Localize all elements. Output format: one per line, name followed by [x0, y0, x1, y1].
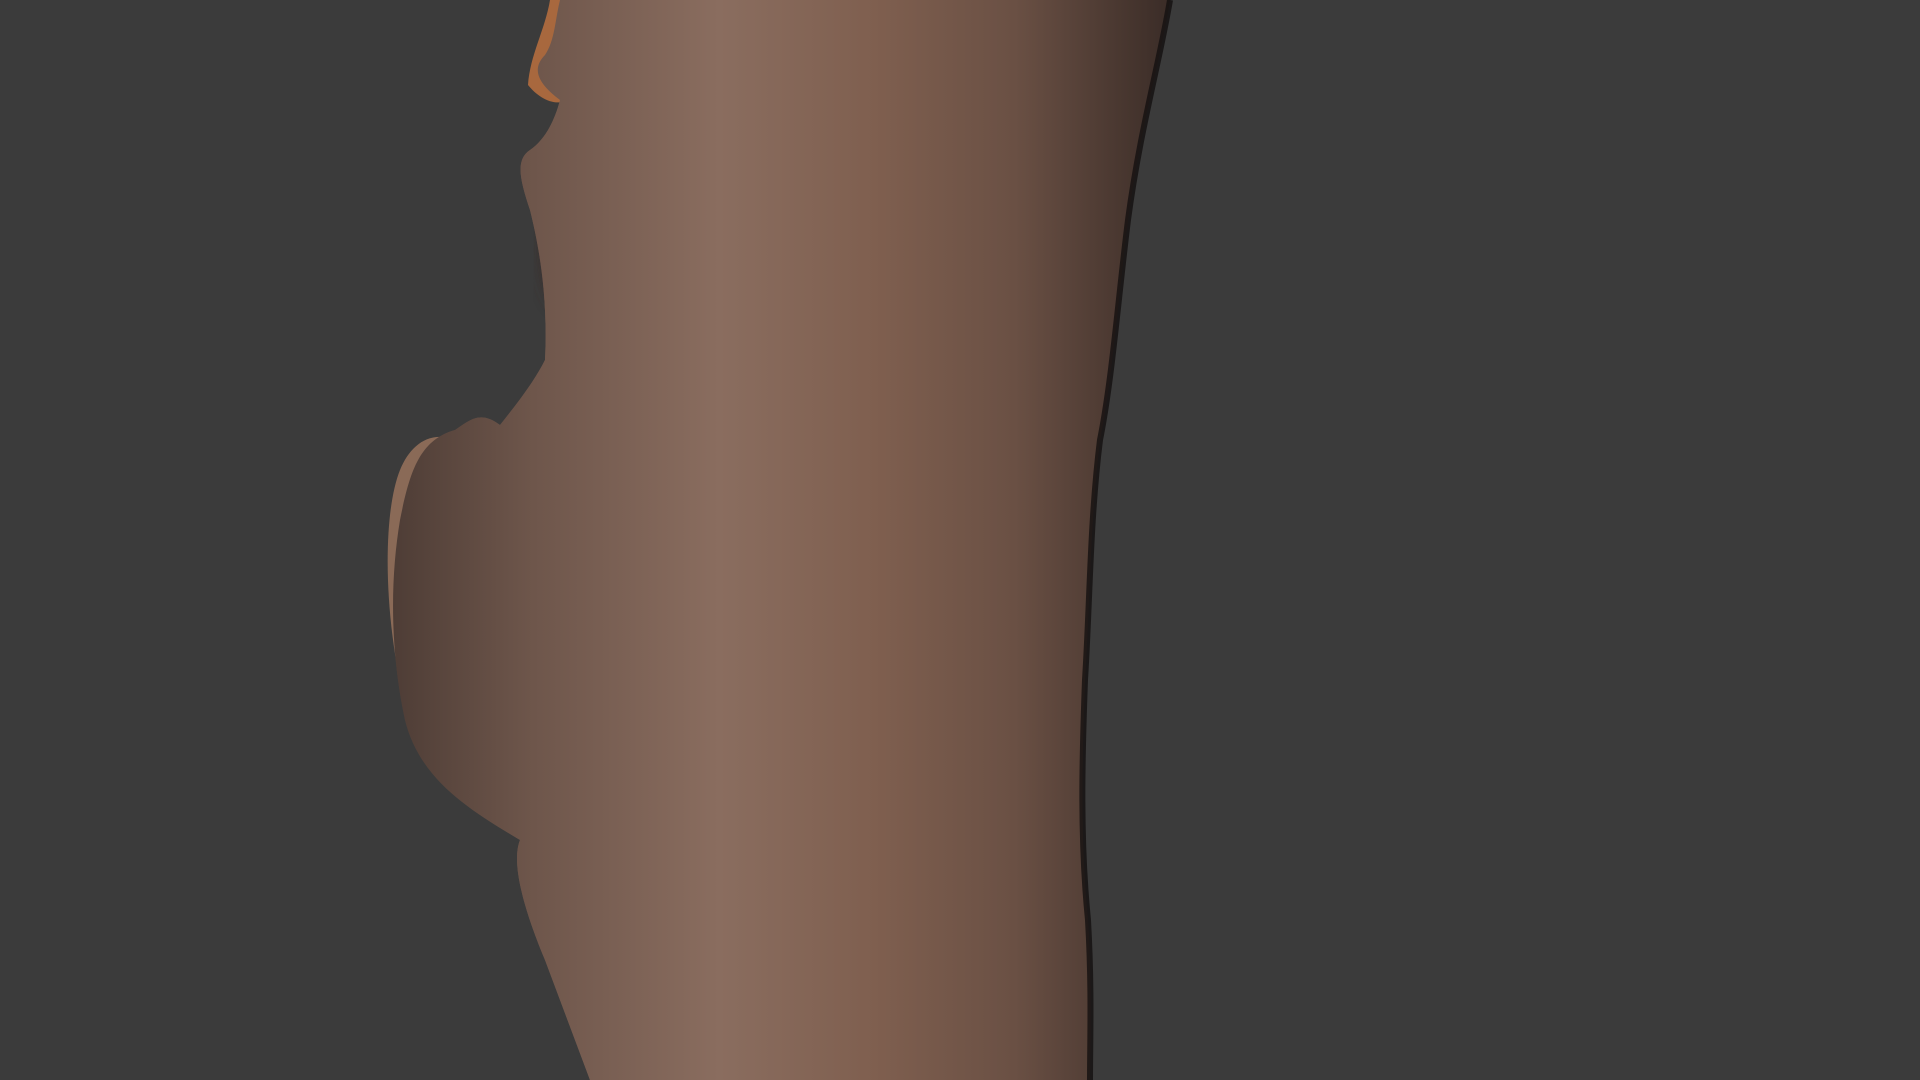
wireframe-overlay — [393, 0, 1170, 1080]
3d-viewport[interactable] — [0, 0, 1920, 1080]
tree-stump-mesh[interactable] — [0, 0, 1920, 1080]
